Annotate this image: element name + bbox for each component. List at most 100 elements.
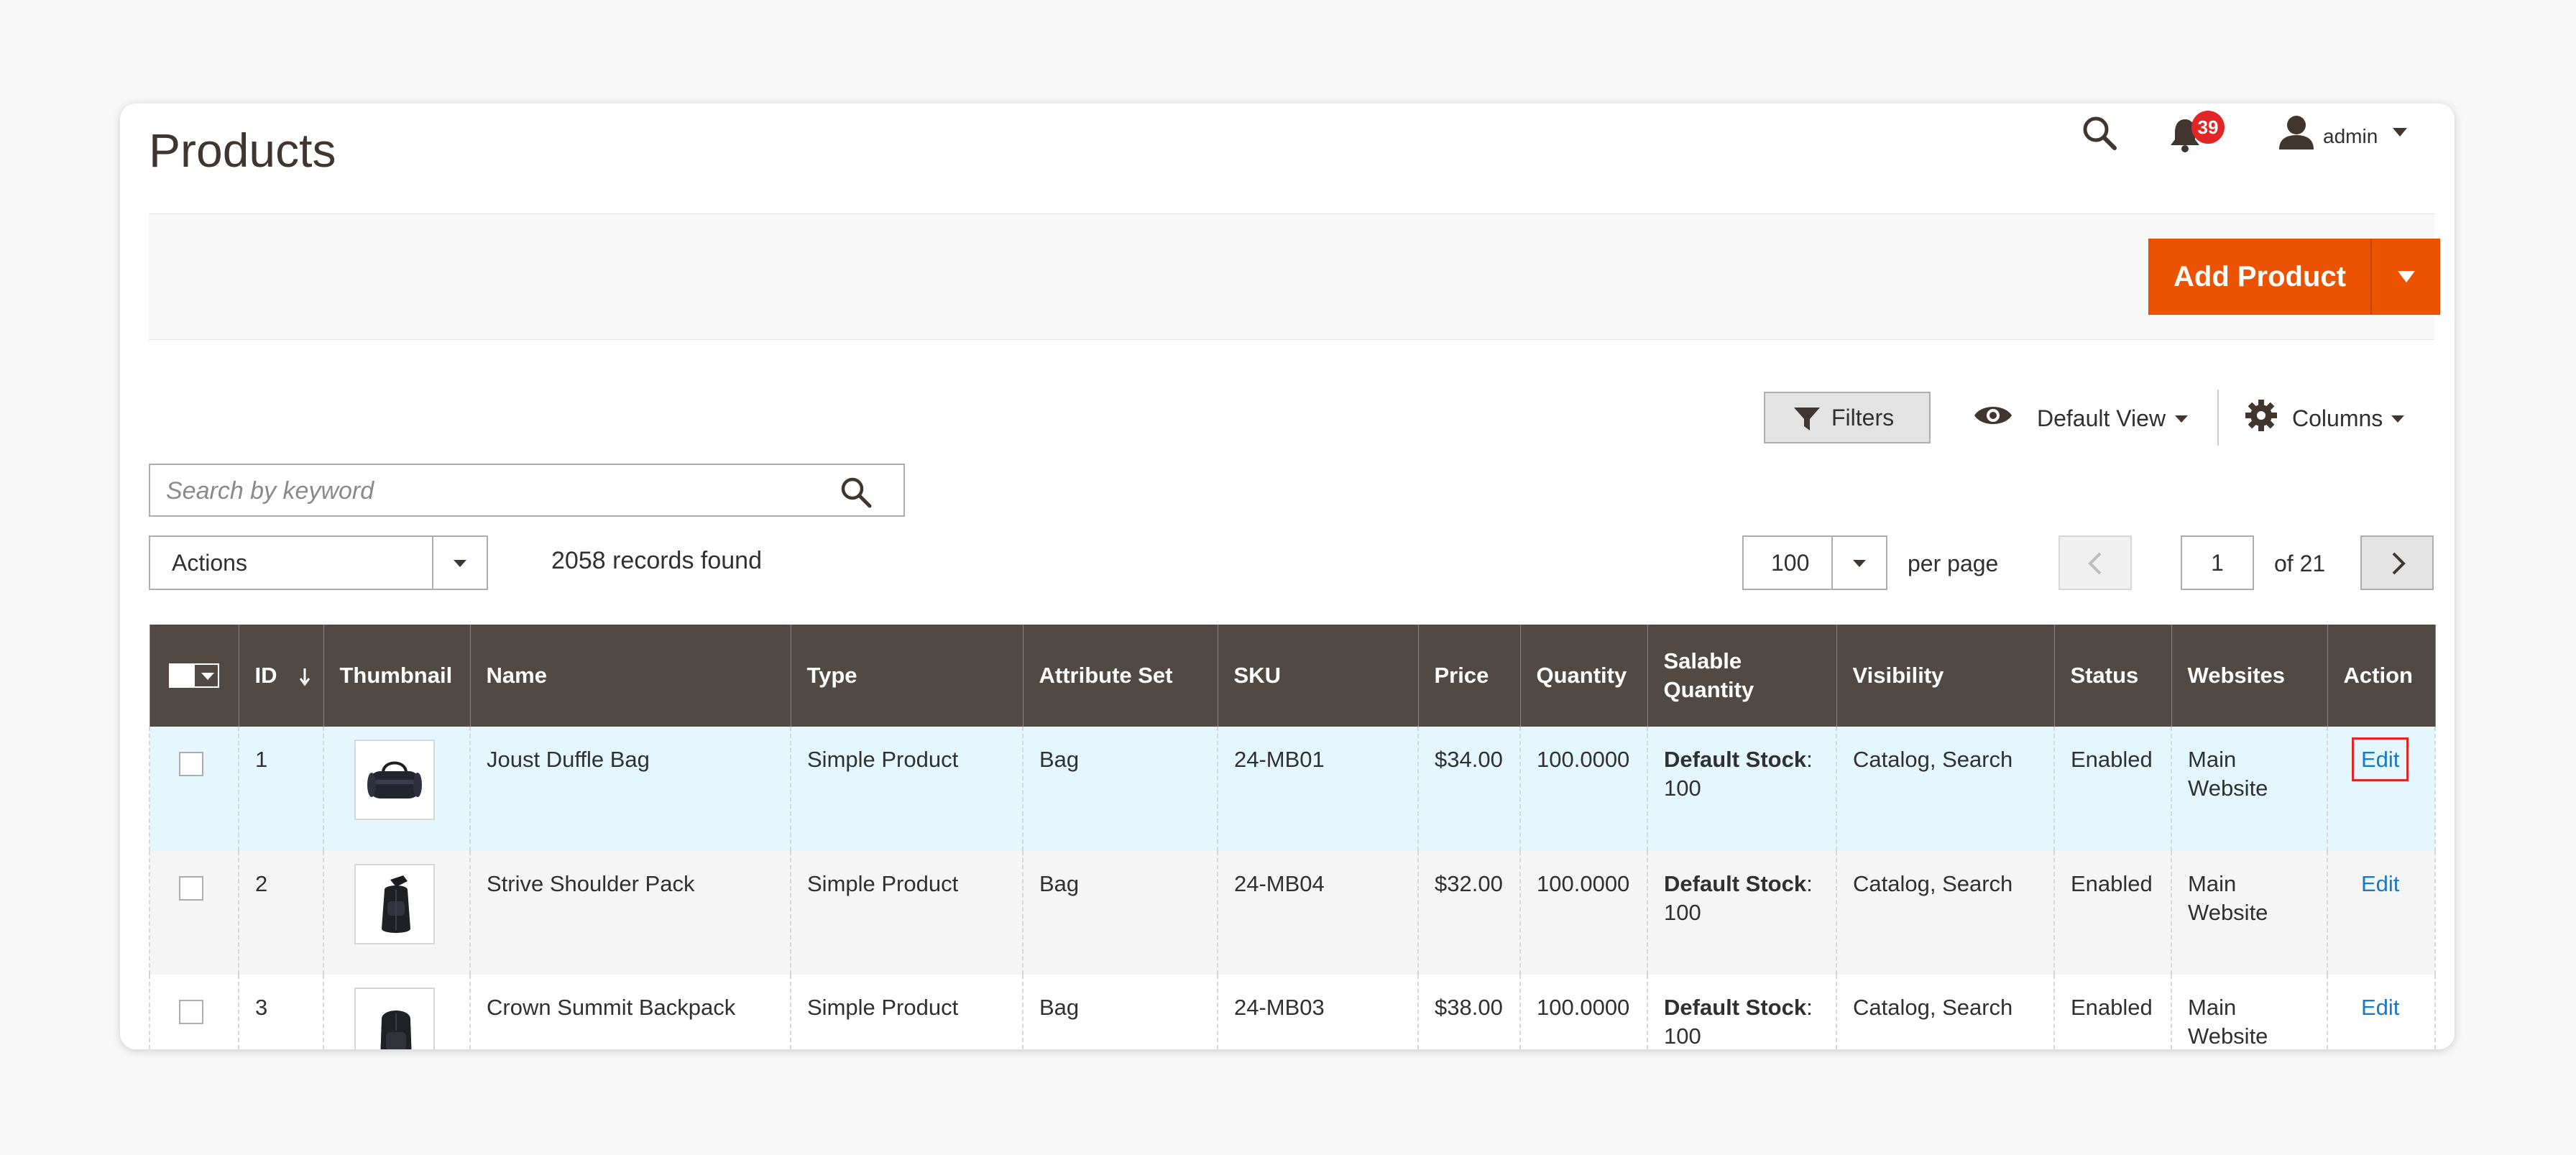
salable-source: Default Stock — [1664, 995, 1807, 1020]
column-header-price[interactable]: Price — [1417, 625, 1521, 727]
cell-action: Edit — [2327, 851, 2436, 975]
duffle-bag-image — [367, 761, 422, 799]
cell-websites: Main Website — [2171, 975, 2328, 1049]
cell-action: Edit — [2327, 975, 2436, 1049]
next-page-button[interactable] — [2360, 535, 2434, 590]
column-header-action: Action — [2327, 625, 2436, 727]
column-header-name[interactable]: Name — [469, 625, 791, 727]
caret-down-icon[interactable] — [2391, 126, 2409, 138]
cell-visibility: Catalog, Search — [1836, 975, 2055, 1049]
cell-quantity: 100.0000 — [1519, 851, 1648, 975]
table-row[interactable]: 3 Crown Summit Backpack Simple Product B… — [149, 975, 2436, 1049]
user-icon[interactable] — [2276, 112, 2317, 155]
cell-type: Simple Product — [790, 975, 1024, 1049]
cell-sku: 24-MB04 — [1217, 851, 1419, 975]
sort-arrow-down-icon — [299, 668, 310, 686]
edit-link[interactable]: Edit — [2361, 871, 2399, 896]
products-panel: Products 39 admin Add Product Filters De… — [120, 103, 2455, 1049]
column-header-salable-quantity: Salable Quantity — [1647, 625, 1837, 727]
search-icon[interactable] — [2079, 112, 2122, 155]
table-row[interactable]: 1 Joust Duffle Bag Simple Product Bag 24… — [149, 727, 2436, 851]
default-view-label[interactable]: Default View — [2037, 404, 2166, 433]
cell-quantity: 100.0000 — [1519, 975, 1648, 1049]
row-checkbox[interactable] — [179, 876, 203, 901]
notification-badge: 39 — [2191, 111, 2225, 144]
salable-value: 100 — [1664, 776, 1701, 801]
cell-sku: 24-MB03 — [1217, 975, 1419, 1049]
per-page-value: 100 — [1771, 550, 1810, 576]
column-header-thumbnail: Thumbnail — [323, 625, 471, 727]
previous-page-button[interactable] — [2058, 535, 2132, 590]
keyword-search — [149, 464, 905, 517]
filters-button[interactable]: Filters — [1764, 392, 1931, 443]
cell-type: Simple Product — [790, 727, 1024, 851]
row-checkbox[interactable] — [179, 752, 203, 776]
per-page-label: per page — [1908, 551, 1999, 576]
column-header-label: ID — [254, 663, 277, 688]
per-page-select[interactable]: 100 — [1742, 535, 1887, 590]
column-header-attribute-set[interactable]: Attribute Set — [1022, 625, 1218, 727]
actions-dropdown-toggle[interactable] — [432, 537, 487, 589]
salable-source: Default Stock — [1664, 871, 1807, 896]
cell-status: Enabled — [2053, 975, 2172, 1049]
column-header-visibility[interactable]: Visibility — [1836, 625, 2055, 727]
select-all-checkbox[interactable] — [168, 663, 219, 688]
current-page-input[interactable]: 1 — [2181, 535, 2254, 590]
column-header-quantity[interactable]: Quantity — [1519, 625, 1648, 727]
edit-link[interactable]: Edit — [2351, 737, 2409, 781]
add-product-menu-toggle[interactable] — [2370, 239, 2441, 314]
product-thumbnail[interactable] — [354, 740, 435, 820]
backpack-image — [380, 1011, 412, 1049]
product-thumbnail[interactable] — [354, 988, 435, 1049]
admin-user-name[interactable]: admin — [2323, 122, 2378, 151]
column-header-type[interactable]: Type — [790, 625, 1024, 727]
search-icon[interactable] — [839, 475, 873, 510]
gear-icon[interactable] — [2244, 398, 2278, 433]
salable-source: Default Stock — [1664, 747, 1807, 772]
column-header-websites[interactable]: Websites — [2171, 625, 2328, 727]
cell-status: Enabled — [2053, 851, 2172, 975]
cell-status: Enabled — [2053, 727, 2172, 851]
grid-header-row: ID Thumbnail Name Type Attribute Set SKU… — [149, 625, 2436, 727]
mass-actions-select[interactable]: Actions — [149, 535, 488, 590]
cell-price: $32.00 — [1417, 851, 1521, 975]
shoulder-pack-image — [382, 875, 410, 933]
cell-quantity: 100.0000 — [1519, 727, 1648, 851]
actions-label: Actions — [172, 550, 247, 576]
chevron-right-icon — [2392, 552, 2406, 575]
search-input[interactable] — [165, 465, 814, 517]
table-row[interactable]: 2 Strive Shoulder Pack Simple Product Ba… — [149, 851, 2436, 975]
cell-attribute-set: Bag — [1022, 727, 1218, 851]
column-header-sku[interactable]: SKU — [1217, 625, 1419, 727]
caret-down-icon — [1853, 560, 1866, 567]
caret-down-icon — [454, 560, 466, 567]
edit-link[interactable]: Edit — [2361, 995, 2399, 1020]
chevron-left-icon — [2088, 552, 2102, 575]
column-header-id[interactable]: ID — [238, 625, 324, 727]
add-product-button[interactable]: Add Product — [2148, 239, 2440, 315]
per-page-dropdown-toggle[interactable] — [1831, 537, 1886, 589]
cell-id: 3 — [238, 975, 324, 1049]
column-header-status[interactable]: Status — [2053, 625, 2172, 727]
records-found: 2058 records found — [551, 547, 762, 574]
cell-name: Strive Shoulder Pack — [469, 851, 791, 975]
eye-icon[interactable] — [1973, 401, 2013, 430]
cell-websites: Main Website — [2171, 727, 2328, 851]
cell-salable-quantity: Default Stock: 100 — [1647, 727, 1837, 851]
columns-label[interactable]: Columns — [2292, 404, 2383, 433]
product-thumbnail[interactable] — [354, 864, 435, 944]
caret-down-icon[interactable] — [2174, 414, 2189, 424]
cell-name: Joust Duffle Bag — [469, 727, 791, 851]
cell-id: 1 — [238, 727, 324, 851]
cell-visibility: Catalog, Search — [1836, 727, 2055, 851]
caret-down-icon[interactable] — [2390, 414, 2406, 424]
salable-value: 100 — [1664, 900, 1701, 925]
cell-price: $38.00 — [1417, 975, 1521, 1049]
cell-websites: Main Website — [2171, 851, 2328, 975]
salable-value: 100 — [1664, 1023, 1701, 1049]
caret-down-icon — [2398, 271, 2415, 282]
filter-icon — [1794, 408, 1820, 431]
cell-salable-quantity: Default Stock: 100 — [1647, 851, 1837, 975]
row-checkbox[interactable] — [179, 1000, 203, 1024]
total-pages: of 21 — [2274, 551, 2326, 576]
